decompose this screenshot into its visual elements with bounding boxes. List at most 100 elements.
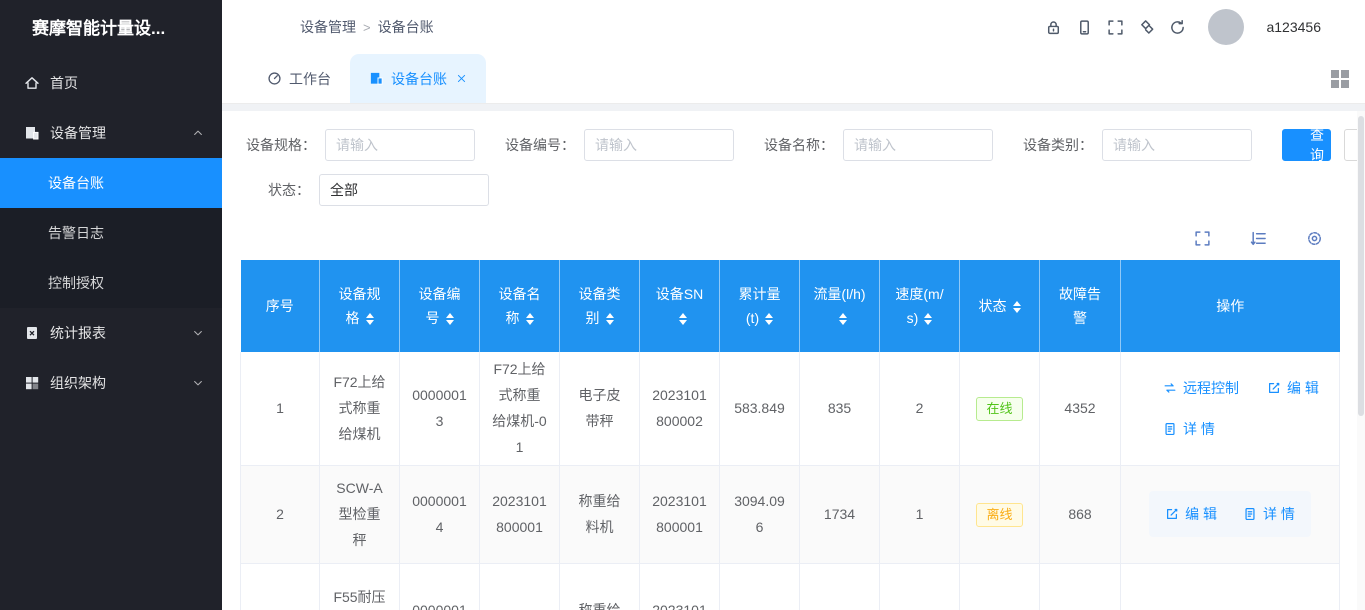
scrollbar-thumb[interactable] bbox=[1358, 116, 1364, 416]
status-select-value: 全部 bbox=[330, 180, 358, 200]
breadcrumb-separator: > bbox=[363, 20, 371, 35]
edit-icon bbox=[1165, 507, 1179, 521]
search-button[interactable]: 查 询 bbox=[1282, 129, 1331, 161]
sort-caret-icon[interactable] bbox=[765, 313, 773, 325]
column-header[interactable]: 累计量(t) bbox=[720, 260, 800, 352]
filter-spec: 设备规格： bbox=[246, 129, 475, 161]
sort-caret-icon[interactable] bbox=[526, 313, 534, 325]
row-actions: 编 辑详 情 bbox=[1149, 491, 1311, 537]
status-filter: 状态： 全部 bbox=[246, 174, 1365, 206]
table-cell: F72上给式称重给煤机 bbox=[320, 352, 400, 465]
table-cell: 1 bbox=[880, 465, 960, 563]
chevron-down-icon[interactable] bbox=[1335, 21, 1347, 33]
table-cell: 2023101800003 bbox=[640, 563, 720, 610]
chevron-down-icon bbox=[466, 184, 478, 196]
edit-link[interactable]: 编 辑 bbox=[1165, 501, 1217, 527]
sort-caret-icon[interactable] bbox=[606, 313, 614, 325]
scrollbar[interactable] bbox=[1357, 111, 1365, 610]
detail-link[interactable]: 详 情 bbox=[1163, 416, 1215, 442]
home-icon bbox=[24, 75, 40, 91]
avatar[interactable] bbox=[1208, 9, 1244, 45]
column-header[interactable]: 流量(l/h) bbox=[800, 260, 880, 352]
refresh-icon[interactable] bbox=[1169, 19, 1186, 36]
sort-caret-icon[interactable] bbox=[1013, 301, 1021, 313]
lock-icon[interactable] bbox=[1045, 19, 1062, 36]
detail-icon bbox=[1243, 507, 1257, 521]
table-cell: F55耐压式称重给煤机 bbox=[320, 563, 400, 610]
column-label: 状态 bbox=[979, 298, 1007, 314]
remote-control-link[interactable]: 远程控制 bbox=[1163, 375, 1239, 401]
sidebar-item-label: 首页 bbox=[50, 73, 78, 93]
breadcrumb-parent[interactable]: 设备管理 bbox=[300, 17, 356, 37]
tab-label: 工作台 bbox=[289, 69, 331, 89]
gear-icon[interactable] bbox=[1306, 230, 1323, 247]
column-header[interactable]: 设备名称 bbox=[480, 260, 560, 352]
spec-input[interactable] bbox=[325, 129, 475, 161]
filter-label: 设备名称： bbox=[764, 135, 834, 155]
search-icon bbox=[1289, 138, 1303, 152]
sidebar-item-device-mgmt[interactable]: 设备管理 bbox=[0, 108, 222, 158]
fullscreen-icon[interactable] bbox=[1107, 19, 1124, 36]
sidebar: 赛摩智能计量设... 首页设备管理设备台账告警日志控制授权统计报表组织架构 bbox=[0, 0, 222, 610]
sidebar-item-alarm-log[interactable]: 告警日志 bbox=[0, 208, 222, 258]
table-cell: ds-111 bbox=[480, 563, 560, 610]
username[interactable]: a123456 bbox=[1266, 19, 1321, 35]
table-cell bbox=[880, 563, 960, 610]
table-cell: 1734 bbox=[800, 465, 880, 563]
detail-link[interactable]: 详 情 bbox=[1243, 501, 1295, 527]
name-input[interactable] bbox=[843, 129, 993, 161]
column-header: 故障告警 bbox=[1040, 260, 1121, 352]
sort-caret-icon[interactable] bbox=[839, 313, 847, 325]
report-icon bbox=[24, 325, 40, 341]
code-input[interactable] bbox=[584, 129, 734, 161]
sidebar-item-control-auth[interactable]: 控制授权 bbox=[0, 258, 222, 308]
density-icon[interactable] bbox=[1250, 230, 1267, 247]
column-header[interactable]: 状态 bbox=[960, 260, 1040, 352]
app-title: 赛摩智能计量设... bbox=[0, 0, 222, 58]
sidebar-item-org-structure[interactable]: 组织架构 bbox=[0, 358, 222, 408]
row-actions: 远程控制 编 辑详 情 bbox=[1133, 375, 1327, 442]
sort-caret-icon[interactable] bbox=[446, 313, 454, 325]
sort-caret-icon[interactable] bbox=[924, 313, 932, 325]
status-select[interactable]: 全部 bbox=[319, 174, 489, 206]
column-header[interactable]: 速度(m/s) bbox=[880, 260, 960, 352]
sidebar-item-label: 设备管理 bbox=[50, 123, 106, 143]
menu-fold-icon[interactable] bbox=[242, 18, 260, 36]
sort-caret-icon[interactable] bbox=[679, 313, 687, 325]
sidebar-item-device-ledger[interactable]: 设备台账 bbox=[0, 158, 222, 208]
column-label: 操作 bbox=[1216, 298, 1244, 314]
filter-category: 设备类别： bbox=[1023, 129, 1252, 161]
column-label: 设备类别 bbox=[579, 286, 621, 326]
table-cell: 3094.096 bbox=[720, 465, 800, 563]
sidebar-item-stats-report[interactable]: 统计报表 bbox=[0, 308, 222, 358]
column-label: 设备规格 bbox=[339, 286, 381, 326]
tags-icon[interactable] bbox=[1138, 19, 1155, 36]
table-cell: 称重给料机 bbox=[560, 465, 640, 563]
column-label: 序号 bbox=[266, 298, 294, 314]
filter-label: 设备类别： bbox=[1023, 135, 1093, 155]
sidebar-item-home[interactable]: 首页 bbox=[0, 58, 222, 108]
table-cell: 编 辑详 情 bbox=[1121, 465, 1340, 563]
chevron-up-icon bbox=[192, 127, 204, 139]
content: 设备规格：设备编号：设备名称：设备类别： 查 询 重 置 状态： 全部 序号设备… bbox=[222, 111, 1365, 610]
tab-options-button[interactable] bbox=[1331, 70, 1349, 88]
table-cell: 2023101800001 bbox=[640, 465, 720, 563]
expand-icon[interactable] bbox=[1194, 230, 1211, 247]
edit-link[interactable]: 编 辑 bbox=[1267, 375, 1319, 401]
tab-device-ledger[interactable]: 设备台账 bbox=[350, 54, 486, 103]
category-input[interactable] bbox=[1102, 129, 1252, 161]
mobile-icon[interactable] bbox=[1076, 19, 1093, 36]
device-icon bbox=[369, 71, 384, 86]
column-label: 速度(m/s) bbox=[895, 286, 943, 326]
column-label: 流量(l/h) bbox=[813, 286, 865, 302]
sort-caret-icon[interactable] bbox=[366, 313, 374, 325]
column-header[interactable]: 设备编号 bbox=[400, 260, 480, 352]
column-header[interactable]: 设备SN bbox=[640, 260, 720, 352]
content-gap bbox=[222, 104, 1365, 111]
column-header[interactable]: 设备类别 bbox=[560, 260, 640, 352]
sidebar-item-label: 控制授权 bbox=[48, 273, 104, 293]
tab-workbench[interactable]: 工作台 bbox=[248, 54, 350, 103]
chevron-down-icon bbox=[192, 377, 204, 389]
column-header[interactable]: 设备规格 bbox=[320, 260, 400, 352]
close-icon[interactable] bbox=[456, 73, 467, 84]
